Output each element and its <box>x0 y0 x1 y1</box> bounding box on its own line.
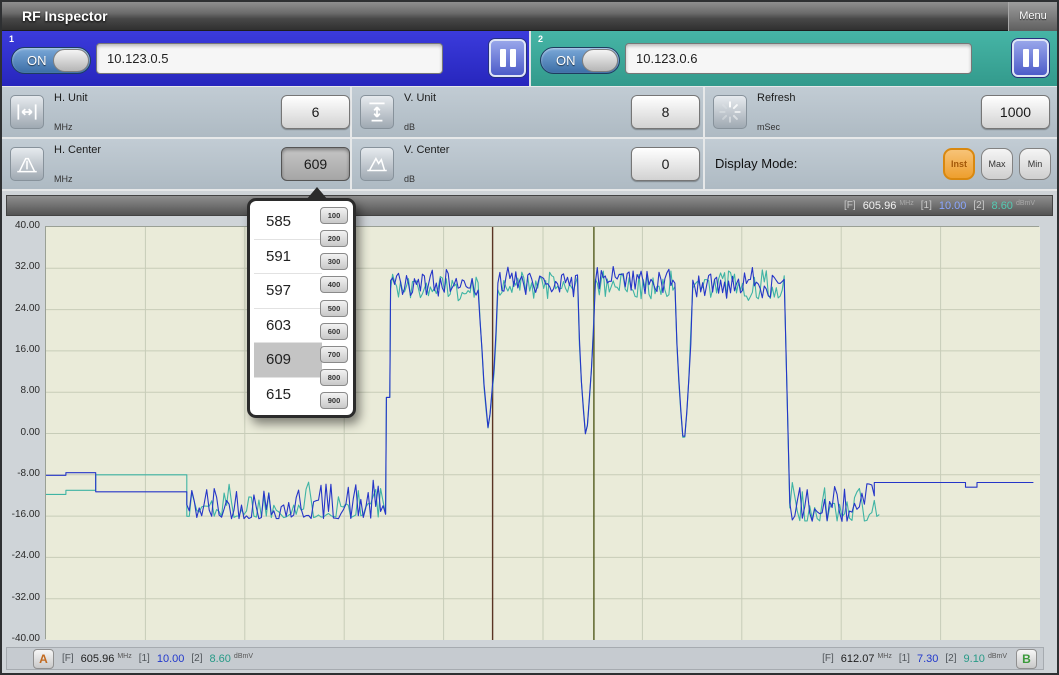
device-1-pause-button[interactable] <box>489 39 526 77</box>
h-unit-cell: H. Unit MHz 6 <box>2 87 350 137</box>
y-axis-tick-label: -32.00 <box>4 592 40 604</box>
marker-a-button[interactable]: A <box>33 649 54 669</box>
dropdown-item-603[interactable]: 603 <box>254 309 322 344</box>
device-panel-2: 2 ON <box>531 31 1057 86</box>
y-axis-tick-label: 40.00 <box>4 220 40 232</box>
display-mode-min-button[interactable]: Min <box>1019 148 1051 180</box>
step-button-700[interactable]: 700 <box>320 346 348 363</box>
refresh-label: Refresh <box>757 92 796 104</box>
chart-header-bar: [F] 605.96 MHz [1] 10.00 [2] 8.60 dBmV <box>6 195 1053 216</box>
device-2-power-toggle[interactable]: ON <box>540 47 620 74</box>
pause-icon <box>1033 49 1039 67</box>
h-center-unit: MHz <box>54 174 73 184</box>
app-window: RF Inspector Menu 1 ON 2 ON <box>0 0 1059 675</box>
refresh-unit: mSec <box>757 122 780 132</box>
display-mode-label: Display Mode: <box>715 139 797 189</box>
v-unit-value-button[interactable]: 8 <box>631 95 700 129</box>
h-center-icon <box>10 147 44 181</box>
cursor-readout: [F] 605.96 MHz [1] 10.00 [2] 8.60 dBmV <box>844 200 1042 212</box>
refresh-spinner-icon <box>713 95 747 129</box>
y-axis-tick-label: -24.00 <box>4 550 40 562</box>
dropdown-item-609[interactable]: 609 <box>254 343 322 378</box>
v-unit-unit: dB <box>404 122 415 132</box>
marker-b-button[interactable]: B <box>1016 649 1037 669</box>
dropdown-item-615[interactable]: 615 <box>254 378 322 412</box>
y-axis-tick-label: 24.00 <box>4 303 40 315</box>
device-2-ip-input[interactable] <box>625 43 972 74</box>
marker-b-readout: [F] 612.07 MHz [1] 7.30 [2] 9.10 dBmV <box>822 653 1014 665</box>
step-button-800[interactable]: 800 <box>320 369 348 386</box>
h-unit-label: H. Unit <box>54 92 88 104</box>
step-button-600[interactable]: 600 <box>320 323 348 340</box>
v-unit-label: V. Unit <box>404 92 436 104</box>
title-bar: RF Inspector Menu <box>2 2 1057 31</box>
step-button-300[interactable]: 300 <box>320 253 348 270</box>
h-center-label: H. Center <box>54 144 101 156</box>
h-unit-unit: MHz <box>54 122 73 132</box>
h-center-dropdown: 585591597603609615 100 200 300 400 500 600 700… <box>247 198 356 418</box>
toggle-on-label: ON <box>27 48 47 73</box>
pause-icon <box>1023 49 1029 67</box>
h-unit-icon <box>10 95 44 129</box>
device-index: 1 <box>9 34 14 44</box>
v-center-label: V. Center <box>404 144 449 156</box>
v-unit-icon <box>360 95 394 129</box>
dropdown-item-597[interactable]: 597 <box>254 274 322 309</box>
device-2-pause-button[interactable] <box>1012 39 1049 77</box>
step-button-400[interactable]: 400 <box>320 276 348 293</box>
device-row: 1 ON 2 ON <box>2 31 1057 86</box>
step-button-100[interactable]: 100 <box>320 207 348 224</box>
h-unit-value-button[interactable]: 6 <box>281 95 350 129</box>
device-panel-1: 1 ON <box>2 31 529 86</box>
device-index: 2 <box>538 34 543 44</box>
pause-icon <box>500 49 506 67</box>
v-center-cell: V. Center dB 0 <box>352 139 703 189</box>
y-axis-tick-label: -8.00 <box>4 468 40 480</box>
step-button-500[interactable]: 500 <box>320 300 348 317</box>
device-1-ip-input[interactable] <box>96 43 443 74</box>
v-center-icon <box>360 147 394 181</box>
toggle-knob <box>582 49 618 72</box>
v-unit-cell: V. Unit dB 8 <box>352 87 703 137</box>
v-center-unit: dB <box>404 174 415 184</box>
marker-a-readout: [F] 605.96 MHz [1] 10.00 [2] 8.60 dBmV <box>62 653 260 665</box>
display-mode-max-button[interactable]: Max <box>981 148 1013 180</box>
menu-button[interactable]: Menu <box>1008 2 1057 31</box>
y-axis-tick-label: -16.00 <box>4 509 40 521</box>
y-axis-tick-label: 32.00 <box>4 261 40 273</box>
step-button-200[interactable]: 200 <box>320 230 348 247</box>
display-mode-inst-button[interactable]: Inst <box>943 148 975 180</box>
y-axis-tick-label: 16.00 <box>4 344 40 356</box>
marker-status-bar: A [F] 605.96 MHz [1] 10.00 [2] 8.60 dBmV… <box>6 647 1044 670</box>
v-center-value-button[interactable]: 0 <box>631 147 700 181</box>
toggle-on-label: ON <box>556 48 576 73</box>
dropdown-item-591[interactable]: 591 <box>254 240 322 275</box>
y-axis-tick-label: 0.00 <box>4 427 40 439</box>
y-axis-tick-label: 8.00 <box>4 385 40 397</box>
refresh-value-button[interactable]: 1000 <box>981 95 1050 129</box>
toggle-knob <box>53 49 89 72</box>
step-button-900[interactable]: 900 <box>320 392 348 409</box>
display-mode-cell: Display Mode: InstMaxMin <box>705 139 1057 189</box>
app-title: RF Inspector <box>22 2 108 31</box>
popup-arrow-icon <box>306 187 328 200</box>
pause-icon <box>510 49 516 67</box>
h-center-cell: H. Center MHz 609 <box>2 139 350 189</box>
refresh-cell: Refresh mSec 1000 <box>705 87 1057 137</box>
spectrum-plot <box>45 226 1039 639</box>
y-axis-tick-label: -40.00 <box>4 633 40 645</box>
h-center-value-button[interactable]: 609 <box>281 147 350 181</box>
device-1-power-toggle[interactable]: ON <box>11 47 91 74</box>
dropdown-item-585[interactable]: 585 <box>254 205 322 240</box>
chart-panel: [F] 605.96 MHz [1] 10.00 [2] 8.60 dBmV 4… <box>2 191 1057 673</box>
